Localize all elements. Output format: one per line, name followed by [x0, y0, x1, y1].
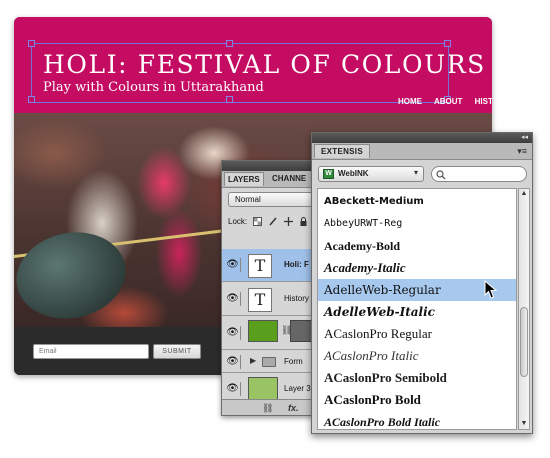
submit-button[interactable]: SUBMIT [153, 344, 201, 359]
font-list-item[interactable]: ACaslonPro Bold Italic [318, 411, 516, 429]
text-layer-thumbnail: T [248, 288, 272, 312]
site-nav: HOME ABOUT HIST [398, 97, 492, 106]
font-list-item[interactable]: ACaslonPro Semibold [318, 367, 516, 389]
lock-move-icon[interactable] [283, 217, 293, 227]
font-search-input[interactable] [431, 166, 527, 182]
layers-bottom-toolbar: ⛓ fx. [222, 399, 320, 415]
scroll-down-arrow-icon[interactable]: ▼ [519, 419, 529, 429]
lock-row: Lock: [228, 217, 308, 227]
lock-label: Lock: [228, 217, 248, 226]
layer-name[interactable]: Holi: F [284, 260, 309, 269]
layers-panel-titlebar[interactable] [222, 161, 320, 171]
chevron-down-icon: ▾ [413, 168, 418, 177]
blend-mode-select[interactable]: Normal [228, 192, 320, 207]
layer-row[interactable]: 👁 T Holi: F [222, 249, 320, 282]
font-list-item[interactable]: ACaslonPro Bold [318, 389, 516, 411]
font-list-item[interactable]: AdelleWeb-Italic [318, 301, 516, 323]
panel-menu-icon[interactable]: ▾≡ [517, 146, 527, 157]
scroll-up-arrow-icon[interactable]: ▲ [519, 189, 529, 199]
font-list-item[interactable]: AbbeyURWT-Reg [318, 213, 516, 235]
extensis-panel: ◂◂ EXTENSIS ▾≡ W WebINK ▾ ABeckett-Mediu… [311, 132, 533, 434]
layer-row[interactable]: 👁 ▶ Form [222, 351, 320, 373]
selection-handle[interactable] [444, 40, 451, 47]
site-header: HOLI: FESTIVAL OF COLOURS Play with Colo… [14, 17, 492, 113]
visibility-eye-icon[interactable]: 👁 [225, 382, 241, 396]
selection-handle[interactable] [226, 96, 233, 103]
font-list-item[interactable]: ABeckett-Medium [318, 191, 516, 213]
visibility-eye-icon[interactable]: 👁 [225, 292, 241, 306]
layer-row[interactable]: 👁 T History [222, 283, 320, 316]
photo-detail-shield [14, 222, 134, 327]
layer-name[interactable]: Form [284, 357, 303, 366]
fx-icon[interactable]: fx. [288, 403, 299, 413]
visibility-eye-icon[interactable]: 👁 [225, 355, 241, 369]
image-layer-thumbnail [248, 377, 278, 401]
mouse-cursor-icon [484, 280, 498, 299]
link-layers-icon[interactable]: ⛓ [262, 403, 273, 414]
nav-history[interactable]: HIST [475, 97, 492, 106]
nav-about[interactable]: ABOUT [434, 97, 462, 106]
expand-arrow-icon[interactable]: ▶ [250, 356, 256, 365]
text-layer-thumbnail: T [248, 254, 272, 278]
lock-brush-icon[interactable] [269, 217, 278, 226]
tab-layers[interactable]: LAYERS [224, 172, 264, 186]
selection-handle[interactable] [226, 40, 233, 47]
lock-all-icon[interactable] [299, 217, 308, 227]
font-list-item[interactable]: ACaslonPro Italic [318, 345, 516, 367]
layers-tabbar: LAYERS CHANNE [222, 171, 320, 188]
selection-handle[interactable] [28, 40, 35, 47]
font-list-item[interactable]: ACaslonPro Regular [318, 323, 516, 345]
tab-extensis[interactable]: EXTENSIS [314, 144, 370, 158]
layer-row[interactable]: 👁 ⛓ [222, 317, 320, 350]
layers-panel: LAYERS CHANNE Normal Lock: 👁 T Holi: F 👁… [221, 160, 321, 416]
font-list-item[interactable]: Academy-Italic [318, 257, 516, 279]
scrollbar-thumb[interactable] [520, 307, 528, 377]
collapse-panel-icon[interactable]: ◂◂ [521, 133, 528, 143]
email-input[interactable]: Email [33, 344, 149, 359]
extensis-tabbar: EXTENSIS ▾≡ [312, 143, 532, 160]
font-list: ABeckett-Medium AbbeyURWT-Reg Academy-Bo… [317, 188, 517, 430]
shape-layer-thumbnail [248, 320, 278, 342]
search-icon [436, 170, 446, 180]
webink-logo-icon: W [323, 169, 334, 179]
selection-handle[interactable] [28, 96, 35, 103]
visibility-eye-icon[interactable]: 👁 [225, 258, 241, 272]
font-list-item[interactable]: Academy-Bold [318, 235, 516, 257]
tab-channels[interactable]: CHANNE [272, 174, 306, 183]
layer-name[interactable]: Layer 3 [284, 384, 311, 393]
visibility-eye-icon[interactable]: 👁 [225, 326, 241, 340]
font-list-scrollbar[interactable]: ▲ ▼ [518, 188, 530, 430]
nav-home[interactable]: HOME [398, 97, 422, 106]
lock-transparency-icon[interactable] [253, 217, 263, 227]
font-source-label: WebINK [338, 169, 369, 178]
text-selection-box[interactable] [28, 40, 451, 103]
extensis-panel-titlebar[interactable]: ◂◂ [312, 133, 532, 143]
layer-name[interactable]: History [284, 294, 309, 303]
font-source-select[interactable]: W WebINK ▾ [318, 166, 424, 182]
folder-icon [262, 357, 276, 367]
